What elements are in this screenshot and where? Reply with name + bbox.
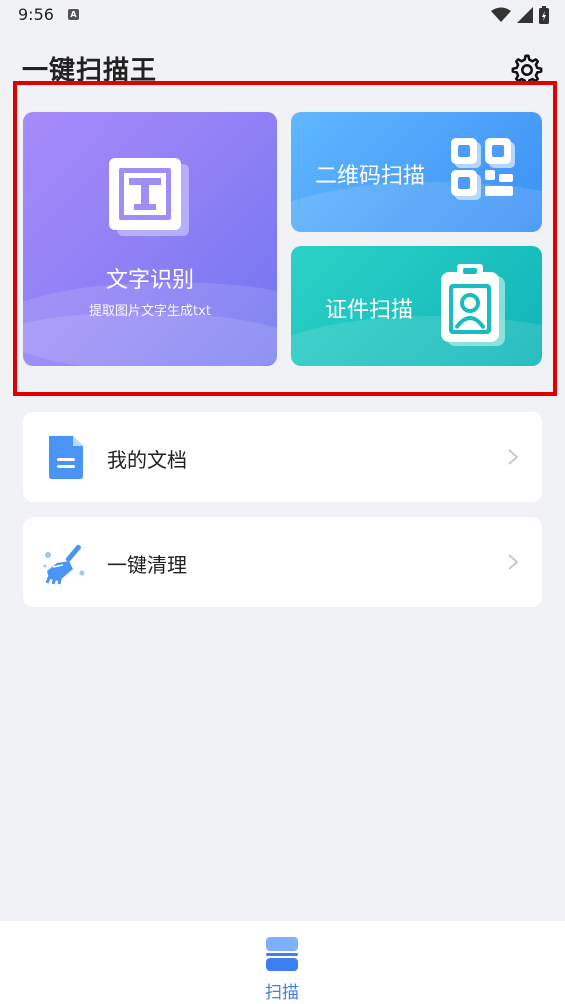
qr-code-icon — [451, 138, 515, 200]
ocr-title: 文字识别 — [105, 268, 194, 293]
ocr-subtitle: 提取图片文字生成txt — [89, 304, 211, 319]
wifi-icon — [491, 7, 511, 22]
status-bar: 9:56 A — [0, 0, 565, 32]
battery-icon — [539, 6, 549, 24]
text-recognition-icon — [109, 158, 189, 236]
chevron-right-icon — [508, 449, 519, 465]
my-documents-row[interactable]: 我的文档 — [23, 412, 542, 502]
notification-a-icon: A — [68, 9, 79, 20]
one-click-clean-row[interactable]: 一键清理 — [23, 517, 542, 607]
ocr-card[interactable]: 文字识别 提取图片文字生成txt — [23, 112, 277, 366]
status-icons — [491, 6, 549, 24]
signal-icon — [517, 7, 533, 23]
id-badge-icon — [441, 264, 505, 346]
qr-scan-card[interactable]: 二维码扫描 — [291, 112, 542, 232]
my-documents-label: 我的文档 — [107, 448, 187, 472]
scan-tab-icon — [266, 937, 298, 971]
id-scan-card[interactable]: 证件扫描 — [291, 246, 542, 366]
tab-scan-label: 扫描 — [265, 983, 299, 1003]
document-icon — [49, 436, 83, 479]
tab-scan[interactable]: 扫描 — [250, 929, 314, 1003]
qr-scan-label: 二维码扫描 — [315, 164, 426, 189]
bottom-navigation: 扫描 — [0, 921, 565, 1004]
id-scan-label: 证件扫描 — [325, 298, 414, 323]
status-time: 9:56 — [18, 5, 54, 24]
chevron-right-icon — [508, 554, 519, 570]
one-click-clean-label: 一键清理 — [107, 553, 187, 577]
broom-icon — [43, 544, 85, 585]
card-wave — [23, 312, 277, 366]
